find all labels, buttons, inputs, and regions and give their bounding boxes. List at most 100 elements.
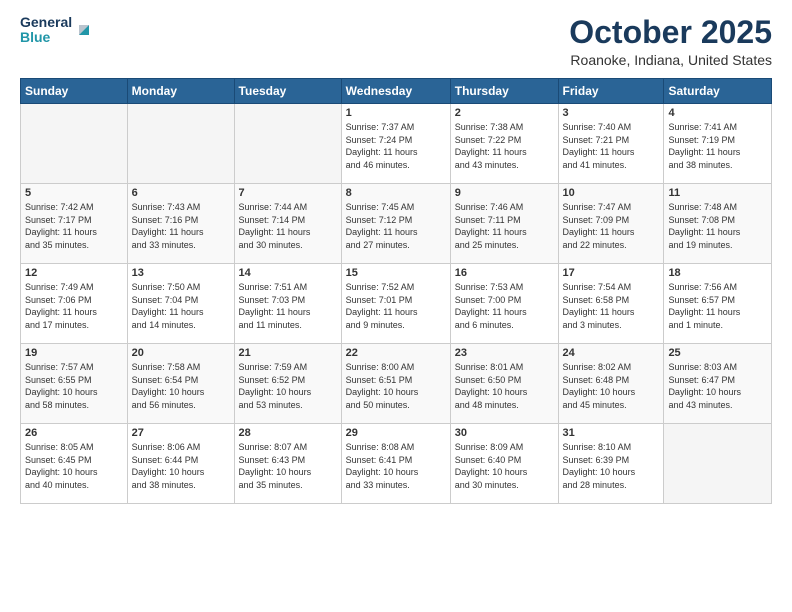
col-thursday: Thursday [450,79,558,104]
day-number: 5 [25,187,123,199]
day-number: 27 [132,427,230,439]
col-friday: Friday [558,79,664,104]
table-cell [234,104,341,184]
page-header: General Blue October 2025 Roanoke, India… [20,15,772,68]
day-number: 18 [668,267,767,279]
day-number: 26 [25,427,123,439]
day-info: Sunrise: 8:10 AM Sunset: 6:39 PM Dayligh… [563,441,660,491]
calendar-table: Sunday Monday Tuesday Wednesday Thursday… [20,78,772,504]
day-number: 7 [239,187,337,199]
calendar-week-5: 26 Sunrise: 8:05 AM Sunset: 6:45 PM Dayli… [21,424,772,504]
calendar-header-row: Sunday Monday Tuesday Wednesday Thursday… [21,79,772,104]
table-cell [127,104,234,184]
day-info: Sunrise: 8:03 AM Sunset: 6:47 PM Dayligh… [668,361,767,411]
table-cell: 25 Sunrise: 8:03 AM Sunset: 6:47 PM Dayli… [664,344,772,424]
day-info: Sunrise: 7:38 AM Sunset: 7:22 PM Dayligh… [455,121,554,171]
day-info: Sunrise: 7:46 AM Sunset: 7:11 PM Dayligh… [455,201,554,251]
col-tuesday: Tuesday [234,79,341,104]
table-cell: 31 Sunrise: 8:10 AM Sunset: 6:39 PM Dayli… [558,424,664,504]
day-number: 29 [346,427,446,439]
calendar-week-3: 12 Sunrise: 7:49 AM Sunset: 7:06 PM Dayli… [21,264,772,344]
table-cell: 22 Sunrise: 8:00 AM Sunset: 6:51 PM Dayli… [341,344,450,424]
col-wednesday: Wednesday [341,79,450,104]
day-info: Sunrise: 8:00 AM Sunset: 6:51 PM Dayligh… [346,361,446,411]
day-number: 3 [563,107,660,119]
table-cell: 6 Sunrise: 7:43 AM Sunset: 7:16 PM Daylig… [127,184,234,264]
day-number: 10 [563,187,660,199]
table-cell: 12 Sunrise: 7:49 AM Sunset: 7:06 PM Dayli… [21,264,128,344]
day-info: Sunrise: 7:42 AM Sunset: 7:17 PM Dayligh… [25,201,123,251]
day-number: 9 [455,187,554,199]
table-cell: 17 Sunrise: 7:54 AM Sunset: 6:58 PM Dayli… [558,264,664,344]
logo: General Blue [20,15,93,44]
day-number: 1 [346,107,446,119]
col-sunday: Sunday [21,79,128,104]
day-info: Sunrise: 7:37 AM Sunset: 7:24 PM Dayligh… [346,121,446,171]
location: Roanoke, Indiana, United States [569,52,772,68]
calendar-week-1: 1 Sunrise: 7:37 AM Sunset: 7:24 PM Daylig… [21,104,772,184]
day-info: Sunrise: 8:01 AM Sunset: 6:50 PM Dayligh… [455,361,554,411]
table-cell: 1 Sunrise: 7:37 AM Sunset: 7:24 PM Daylig… [341,104,450,184]
day-number: 4 [668,107,767,119]
table-cell: 28Sunrise: 8:07 AM Sunset: 6:43 PM Dayli… [234,424,341,504]
day-info: Sunrise: 7:54 AM Sunset: 6:58 PM Dayligh… [563,281,660,331]
day-number: 11 [668,187,767,199]
table-cell [21,104,128,184]
table-cell: 13Sunrise: 7:50 AM Sunset: 7:04 PM Dayli… [127,264,234,344]
day-info: Sunrise: 7:43 AM Sunset: 7:16 PM Dayligh… [132,201,230,251]
col-monday: Monday [127,79,234,104]
table-cell: 21 Sunrise: 7:59 AM Sunset: 6:52 PM Dayli… [234,344,341,424]
day-number: 2 [455,107,554,119]
table-cell: 20Sunrise: 7:58 AM Sunset: 6:54 PM Dayli… [127,344,234,424]
day-number: 17 [563,267,660,279]
day-info: Sunrise: 7:47 AM Sunset: 7:09 PM Dayligh… [563,201,660,251]
day-info: Sunrise: 7:59 AM Sunset: 6:52 PM Dayligh… [239,361,337,411]
day-number: 31 [563,427,660,439]
day-number: 16 [455,267,554,279]
day-info: Sunrise: 7:41 AM Sunset: 7:19 PM Dayligh… [668,121,767,171]
table-cell: 18 Sunrise: 7:56 AM Sunset: 6:57 PM Dayli… [664,264,772,344]
table-cell: 15 Sunrise: 7:52 AM Sunset: 7:01 PM Dayli… [341,264,450,344]
day-info: Sunrise: 8:05 AM Sunset: 6:45 PM Dayligh… [25,441,123,491]
day-info: Sunrise: 7:56 AM Sunset: 6:57 PM Dayligh… [668,281,767,331]
table-cell: 24Sunrise: 8:02 AM Sunset: 6:48 PM Dayli… [558,344,664,424]
day-info: Sunrise: 7:58 AM Sunset: 6:54 PM Dayligh… [132,361,230,411]
calendar-week-2: 5 Sunrise: 7:42 AM Sunset: 7:17 PM Daylig… [21,184,772,264]
table-cell: 8Sunrise: 7:45 AM Sunset: 7:12 PM Daylig… [341,184,450,264]
day-info: Sunrise: 7:51 AM Sunset: 7:03 PM Dayligh… [239,281,337,331]
day-info: Sunrise: 7:40 AM Sunset: 7:21 PM Dayligh… [563,121,660,171]
day-number: 19 [25,347,123,359]
table-cell: 5 Sunrise: 7:42 AM Sunset: 7:17 PM Daylig… [21,184,128,264]
table-cell: 4 Sunrise: 7:41 AM Sunset: 7:19 PM Daylig… [664,104,772,184]
day-info: Sunrise: 7:44 AM Sunset: 7:14 PM Dayligh… [239,201,337,251]
table-cell: 14 Sunrise: 7:51 AM Sunset: 7:03 PM Dayli… [234,264,341,344]
table-cell: 30Sunrise: 8:09 AM Sunset: 6:40 PM Dayli… [450,424,558,504]
table-cell: 19 Sunrise: 7:57 AM Sunset: 6:55 PM Dayli… [21,344,128,424]
table-cell: 23 Sunrise: 8:01 AM Sunset: 6:50 PM Dayli… [450,344,558,424]
day-info: Sunrise: 7:57 AM Sunset: 6:55 PM Dayligh… [25,361,123,411]
title-area: October 2025 Roanoke, Indiana, United St… [569,15,772,68]
day-number: 12 [25,267,123,279]
day-number: 21 [239,347,337,359]
day-number: 6 [132,187,230,199]
day-info: Sunrise: 7:49 AM Sunset: 7:06 PM Dayligh… [25,281,123,331]
day-info: Sunrise: 8:07 AM Sunset: 6:43 PM Dayligh… [239,441,337,491]
day-number: 14 [239,267,337,279]
day-number: 25 [668,347,767,359]
day-number: 22 [346,347,446,359]
table-cell: 3 Sunrise: 7:40 AM Sunset: 7:21 PM Daylig… [558,104,664,184]
table-cell: 27 Sunrise: 8:06 AM Sunset: 6:44 PM Dayli… [127,424,234,504]
day-info: Sunrise: 8:06 AM Sunset: 6:44 PM Dayligh… [132,441,230,491]
day-info: Sunrise: 7:48 AM Sunset: 7:08 PM Dayligh… [668,201,767,251]
day-number: 23 [455,347,554,359]
table-cell: 9 Sunrise: 7:46 AM Sunset: 7:11 PM Daylig… [450,184,558,264]
table-cell: 26 Sunrise: 8:05 AM Sunset: 6:45 PM Dayli… [21,424,128,504]
day-info: Sunrise: 7:52 AM Sunset: 7:01 PM Dayligh… [346,281,446,331]
table-cell: 7 Sunrise: 7:44 AM Sunset: 7:14 PM Daylig… [234,184,341,264]
day-number: 15 [346,267,446,279]
day-number: 24 [563,347,660,359]
day-info: Sunrise: 8:09 AM Sunset: 6:40 PM Dayligh… [455,441,554,491]
day-info: Sunrise: 7:45 AM Sunset: 7:12 PM Dayligh… [346,201,446,251]
table-cell: 11 Sunrise: 7:48 AM Sunset: 7:08 PM Dayli… [664,184,772,264]
day-number: 13 [132,267,230,279]
